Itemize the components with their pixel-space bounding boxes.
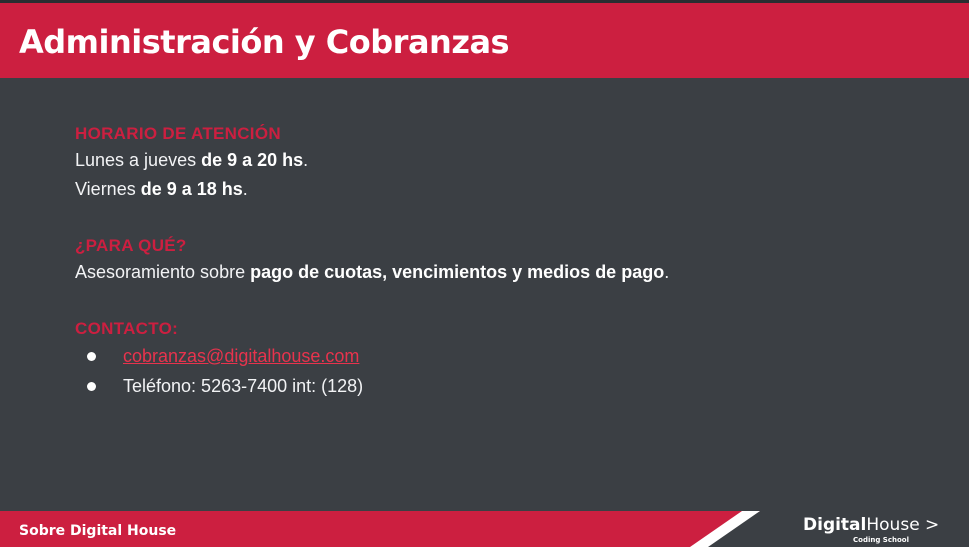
slash-decoration <box>690 511 760 547</box>
contact-phone-item: Teléfono: 5263-7400 int: (128) <box>75 371 695 401</box>
schedule-title: HORARIO DE ATENCIÓN <box>75 124 281 143</box>
contact-email-item: cobranzas@digitalhouse.com <box>75 341 695 371</box>
logo-subtitle: Coding School <box>853 536 909 544</box>
phone-text: Teléfono: 5263-7400 int: (128) <box>123 376 364 396</box>
purpose-title: ¿PARA QUÉ? <box>75 236 187 255</box>
bullet-icon <box>87 382 96 391</box>
main-content: HORARIO DE ATENCIÓN Lunes a jueves de 9 … <box>75 122 695 401</box>
email-link[interactable]: cobranzas@digitalhouse.com <box>123 346 359 366</box>
bullet-icon <box>87 352 96 361</box>
header-bar: Administración y Cobranzas <box>0 0 969 78</box>
page-title: Administración y Cobranzas <box>19 23 510 61</box>
digital-house-logo: DigitalHouse > <box>803 515 940 535</box>
schedule-line-friday: Viernes de 9 a 18 hs. <box>75 179 248 199</box>
contact-title: CONTACTO: <box>75 319 179 338</box>
schedule-line-weekdays: Lunes a jueves de 9 a 20 hs. <box>75 150 309 170</box>
purpose-text: Asesoramiento sobre pago de cuotas, venc… <box>75 262 670 282</box>
footer-label: Sobre Digital House <box>19 523 177 539</box>
contact-list: cobranzas@digitalhouse.com Teléfono: 526… <box>75 341 695 401</box>
